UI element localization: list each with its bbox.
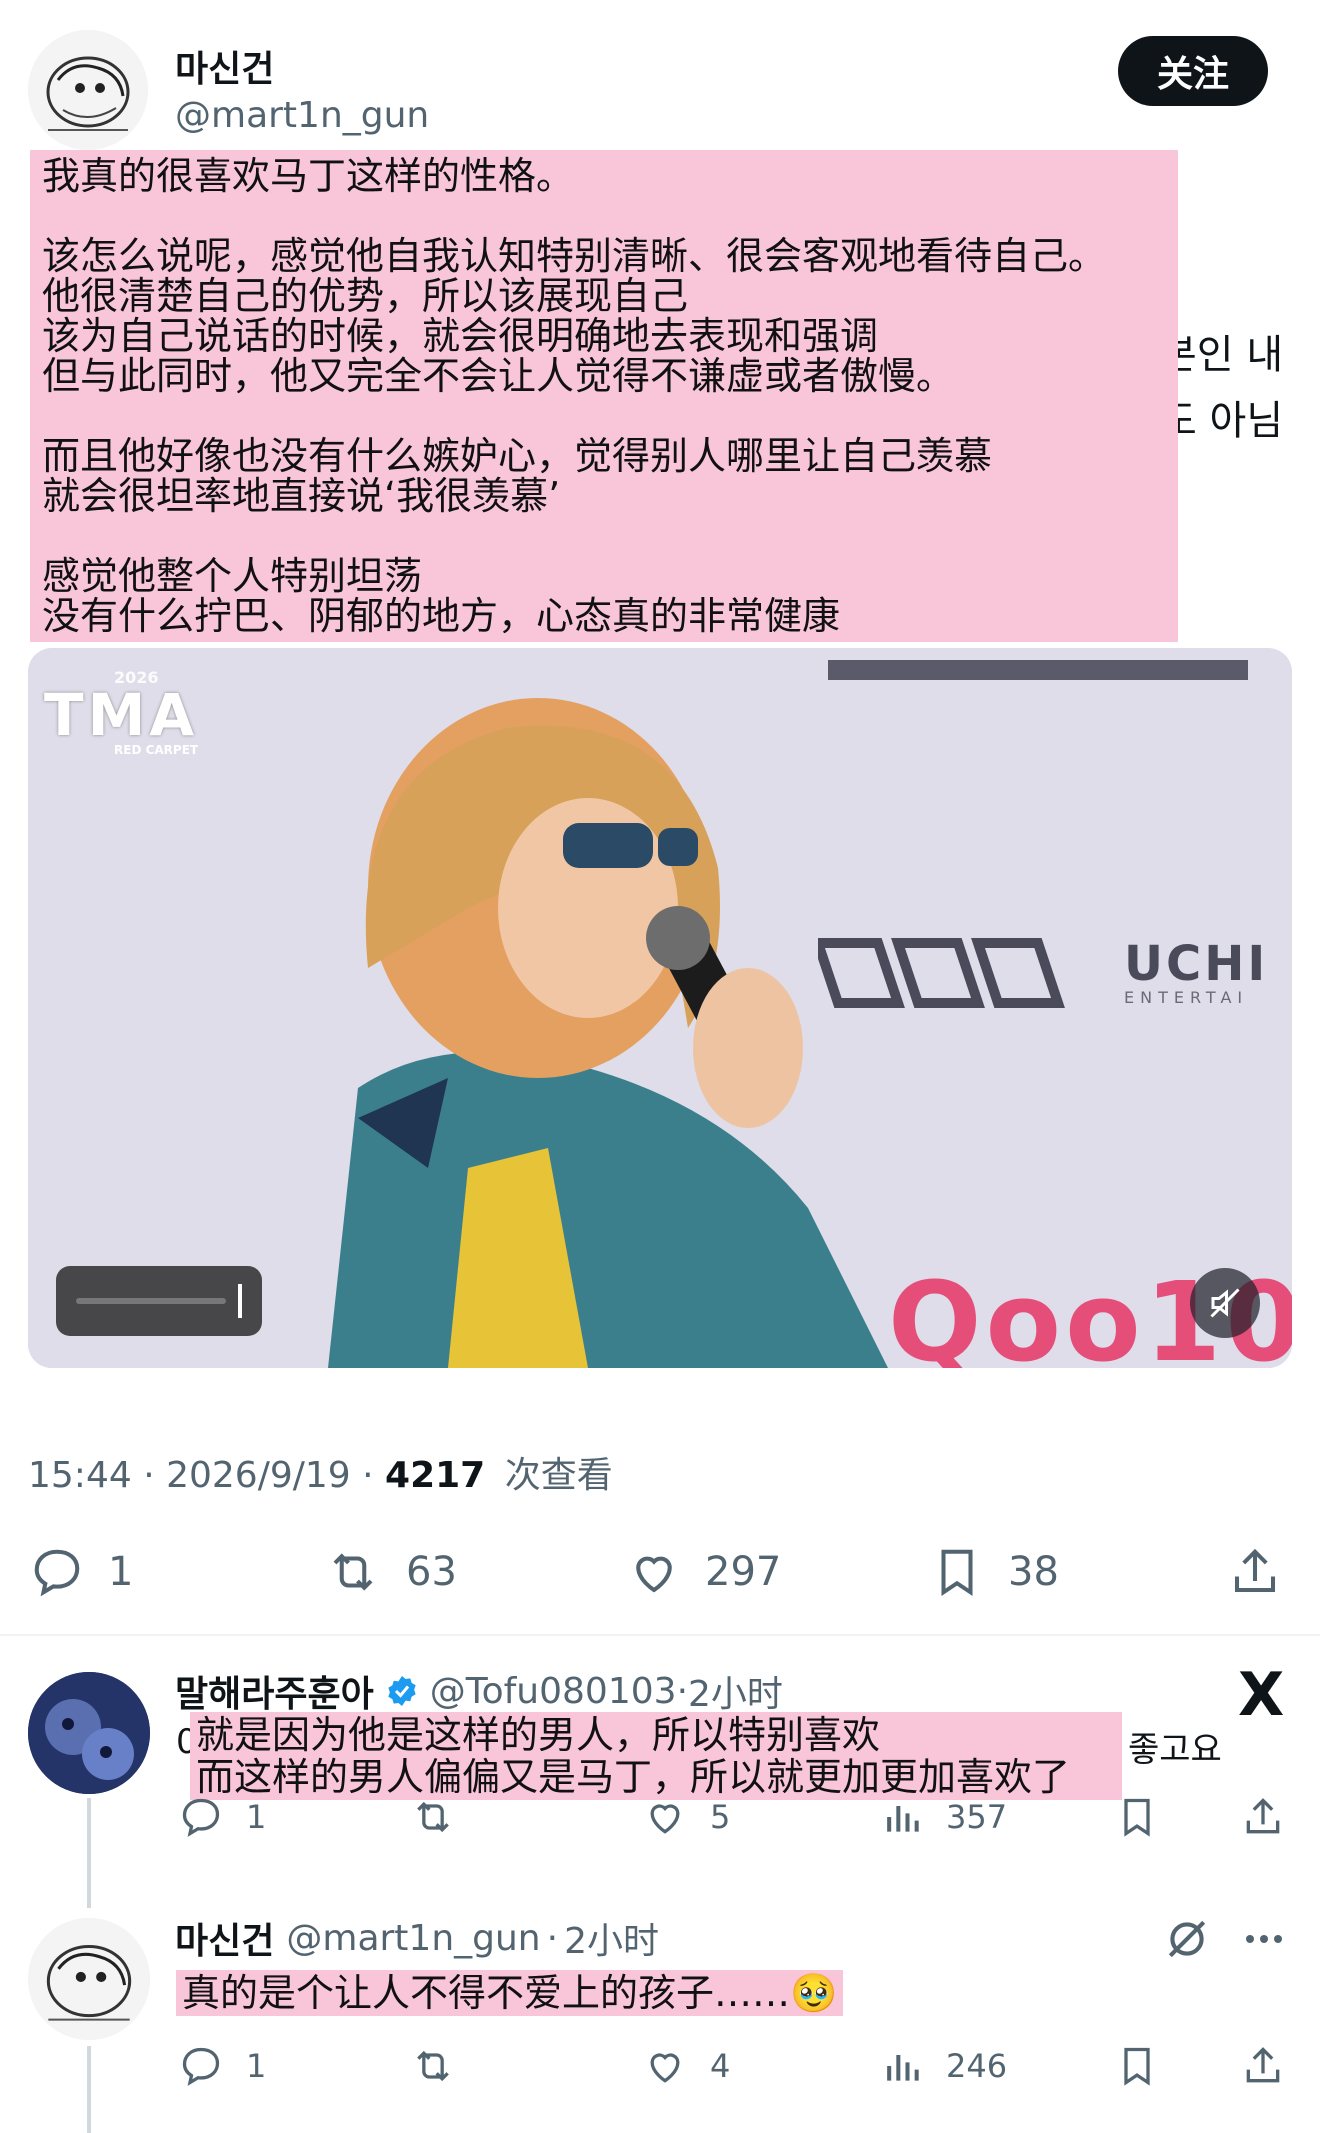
tma-logo-sub: RED CARPET [114,743,199,757]
tweet-time[interactable]: 15:44 [28,1455,132,1496]
mute-button[interactable] [1190,1268,1260,1338]
grok-icon-button[interactable] [1162,1914,1212,1968]
tweet-text-peek-right-1: 본인 내 [1160,332,1284,378]
wall-brand-name: UCHI [1124,935,1269,992]
reply-time[interactable]: 2小时 [688,1665,783,1717]
reply-button[interactable]: 1 [28,1545,133,1599]
views-icon [887,1806,919,1832]
reply-retweet-button[interactable] [408,1795,480,1839]
reply2-dot: · [546,1917,559,1959]
reply-views-button[interactable]: 357 [880,1795,1007,1839]
reply2-author-name[interactable]: 마신건 [175,1912,274,1964]
author-handle[interactable]: @mart1n_gun [175,95,429,136]
reply-header: 말해라주훈아 @Tofu080103 · 2小时 [175,1665,783,1717]
more-dots-icon [1246,1935,1282,1943]
author-name[interactable]: 마신건 [175,40,274,92]
bookmark-icon [1124,2047,1150,2086]
retweet-button[interactable]: 63 [322,1545,457,1599]
reply-translation: 就是因为他是这样的男人，所以特别喜欢 而这样的男人偏偏又是马丁，所以就更加更加喜… [190,1712,1122,1800]
reply2-views-button[interactable]: 246 [880,2044,1007,2088]
grok-icon [1168,1920,1206,1958]
reply-share-button[interactable] [1240,1795,1308,1839]
reply2-views-count: 246 [946,2047,1008,2085]
reply2-share-button[interactable] [1240,2044,1308,2088]
reply2-like-count: 4 [710,2047,731,2085]
share-icon [1234,1548,1276,1593]
tma-logo-main: TMA [44,681,199,749]
retweet-icon [417,1801,449,1833]
bookmark-icon [941,1549,973,1597]
reply-text-peek-right: 좋고요 [1128,1730,1222,1770]
reply-avatar[interactable] [28,1672,150,1794]
reply2-reply-button[interactable]: 1 [178,2044,266,2088]
reply2-avatar[interactable] [28,1918,150,2040]
reply-reply-count: 1 [246,1798,267,1836]
reply-dot: · [676,1670,689,1712]
tweet-meta: 15:44 · 2026/9/19 · 4217 次查看 [28,1446,613,1498]
reply2-header: 마신건 @mart1n_gun · 2小时 [175,1912,659,1964]
wall-brand-logo: UCHI ENTERTAI [818,933,1268,1013]
reply2-retweet-button[interactable] [408,2044,480,2088]
thread-line [87,1798,91,1908]
more-options-button[interactable] [1240,1914,1288,1968]
reply-bookmark-button[interactable] [1114,1795,1182,1839]
views-count: 4217 [385,1455,486,1496]
tma-logo: 2026 TMA RED CARPET [44,668,198,757]
bookmark-button[interactable]: 38 [928,1545,1059,1599]
like-count: 297 [705,1549,782,1595]
tma-logo-year: 2026 [114,668,159,687]
heart-icon [636,1556,672,1593]
views-label: 次查看 [504,1455,613,1496]
meta-dot-2: · [362,1455,386,1496]
video-progress-fill [76,1298,226,1304]
tweet-text-peek-right-2: 도 아님 [1160,398,1284,444]
reply-author-handle[interactable]: @Tofu080103 [430,1671,677,1712]
reply-like-count: 5 [710,1798,731,1836]
speaker-muted-icon [1210,1288,1240,1318]
author-avatar[interactable] [28,30,148,150]
bookmark-count: 38 [1008,1549,1059,1595]
reply-author-name[interactable]: 말해라주훈아 [175,1665,374,1717]
reply2-like-button[interactable]: 4 [642,2044,730,2088]
thread-line [87,2046,91,2133]
reply-reply-button[interactable]: 1 [178,1795,266,1839]
share-button[interactable] [1228,1545,1304,1599]
reply2-translation: 真的是个让人不得不爱上的孩子……🥹 [176,1970,844,2016]
video-progress-pill[interactable] [56,1266,262,1336]
reply-views-count: 357 [946,1798,1008,1836]
reply2-author-handle[interactable]: @mart1n_gun [286,1918,540,1959]
reply2-bookmark-button[interactable] [1114,2044,1182,2088]
sketch-avatar-image [28,30,148,150]
reply-icon [182,2047,220,2086]
meta-dot-1: · [143,1455,167,1496]
reply-icon [34,1549,80,1597]
x-logo[interactable]: X [1238,1660,1284,1730]
heart-icon [650,2053,680,2083]
video-player[interactable]: 2026 TMA RED CARPET UCHI ENTERTAI Qoo10 [28,648,1292,1368]
reply-avatar-image [28,1672,150,1794]
sketch-avatar-image [28,1918,150,2040]
reply2-time[interactable]: 2小时 [564,1912,659,1964]
verified-badge-icon [388,1676,416,1706]
follow-button[interactable]: 关注 [1118,36,1268,106]
retweet-icon [333,1553,373,1591]
bookmark-icon [1124,1798,1150,1837]
retweet-count: 63 [406,1549,457,1595]
translation-overlay: 我真的很喜欢马丁这样的性格。 该怎么说呢，感觉他自我认知特别清晰、很会客观地看待… [30,150,1178,642]
reply-icon [182,1798,220,1837]
divider [0,1634,1320,1636]
wall-brand-sub: ENTERTAI [1124,987,1249,1007]
reply-like-button[interactable]: 5 [642,1795,730,1839]
uchi-mark-icon [818,938,1065,1008]
tweet-date[interactable]: 2026/9/19 [166,1455,351,1496]
retweet-icon [417,2050,449,2082]
share-icon [1246,2047,1280,2083]
reply-count: 1 [108,1549,134,1595]
heart-icon [650,1804,680,1834]
share-icon [1246,1798,1280,1834]
reply2-reply-count: 1 [246,2047,267,2085]
views-icon [887,2055,919,2081]
video-progress-handle[interactable] [238,1284,242,1318]
like-button[interactable]: 297 [625,1545,781,1599]
